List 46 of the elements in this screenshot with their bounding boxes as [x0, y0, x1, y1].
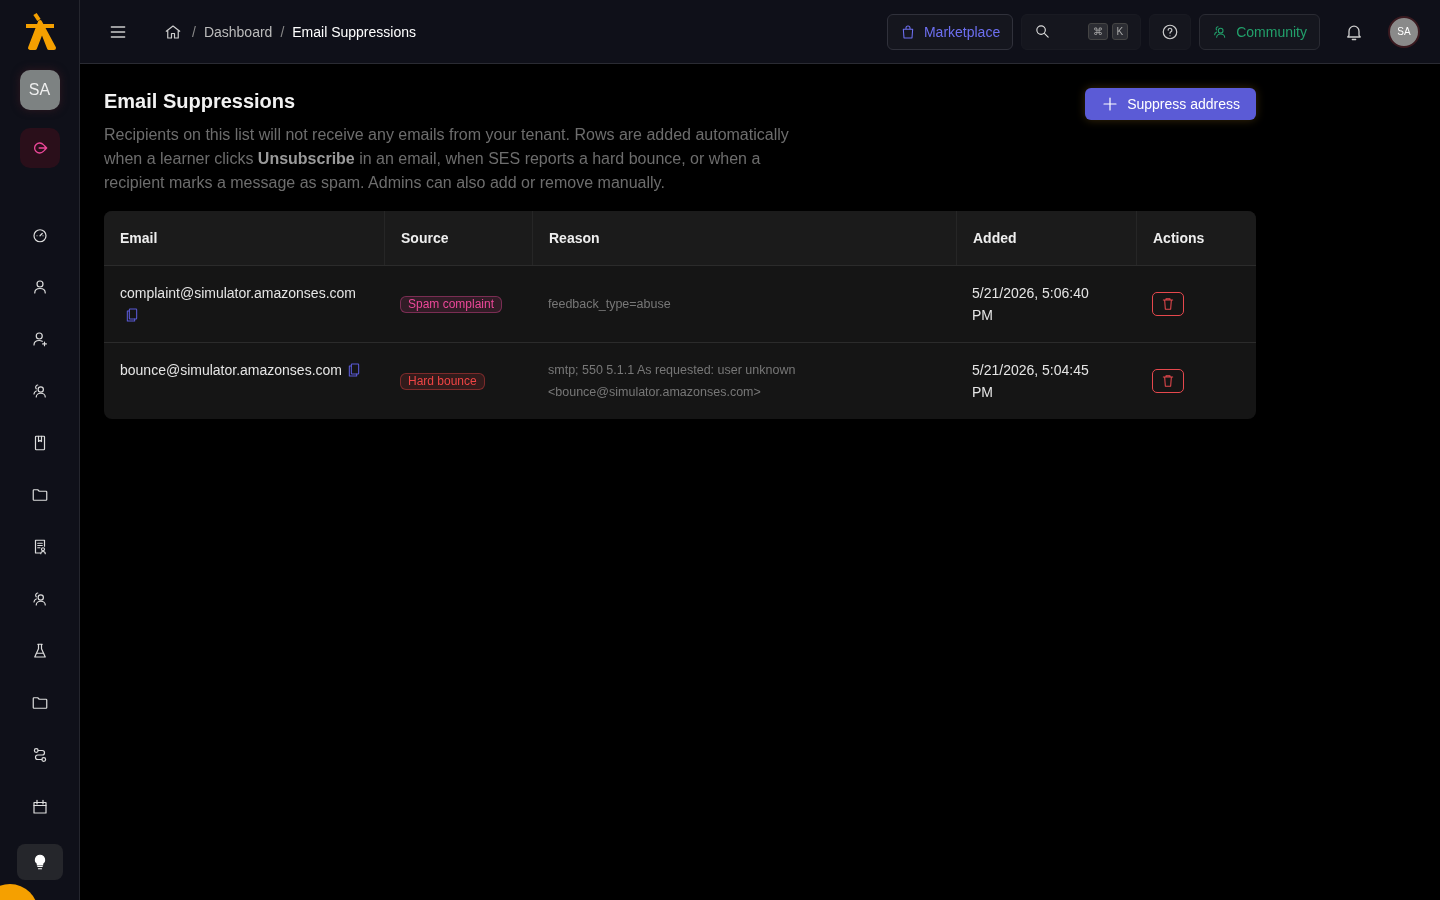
page-description: Recipients on this list will not receive any emails from your tenant. Rows are added automatically when a learner clicks Unsubscribe in an email, when SES reports a hard bounce, or when a recipient marks a message as spam. Admins can also add or remove manually.: [104, 125, 790, 193]
search-icon: [1034, 23, 1052, 40]
trash-icon: [1160, 296, 1176, 312]
nav-item[interactable]: [16, 844, 63, 880]
delete-button[interactable]: [1152, 292, 1184, 316]
gauge-icon: [30, 226, 49, 244]
help-button[interactable]: [1149, 13, 1192, 50]
breadcrumb-item[interactable]: Dashboard: [203, 23, 273, 40]
reason-cell-text: smtp; 550 5.1.1 As requested: user unknown <bounce@simulator.amazonses.com>: [548, 362, 797, 401]
folder-icon: [30, 486, 49, 504]
users-icon: [30, 382, 49, 400]
logo-icon: [23, 12, 56, 50]
breadcrumb-separator: /: [192, 23, 196, 40]
reason-cell-text: feedback_type=abuse: [548, 296, 671, 313]
source-tag: Spam complaint: [400, 295, 503, 313]
source-tag: Hard bounce: [400, 372, 485, 390]
breadcrumb-item: Email Suppressions: [292, 23, 416, 40]
user-avatar[interactable]: SA: [1388, 15, 1420, 48]
folder-icon: [30, 694, 49, 712]
added-cell-text: 5/21/2026, 5:06:40 PM: [972, 284, 1090, 325]
search-button[interactable]: ⌘ K: [1021, 13, 1142, 50]
logout-button[interactable]: [19, 128, 60, 168]
column-header: Actions: [1136, 211, 1256, 265]
column-header: Source: [384, 211, 532, 265]
community-button[interactable]: Community: [1199, 13, 1320, 50]
breadcrumb-separator: /: [280, 23, 285, 40]
suppress-address-button[interactable]: Suppress address: [1085, 88, 1256, 120]
shortcut-key: ⌘: [1087, 23, 1108, 40]
help-icon: [1161, 22, 1180, 41]
column-header: Added: [956, 211, 1136, 265]
user-avatar[interactable]: SA: [19, 70, 60, 110]
added-cell-text: 5/21/2026, 5:04:45 PM: [972, 361, 1090, 402]
delete-button[interactable]: [1152, 369, 1184, 393]
calendar-icon: [30, 798, 49, 816]
copy-icon: [124, 306, 140, 323]
trash-icon: [1160, 373, 1176, 389]
page-title: Email Suppressions: [104, 90, 297, 113]
marketplace-button[interactable]: Marketplace: [886, 13, 1014, 50]
user-plus-icon: [30, 330, 49, 348]
column-header: Email: [119, 229, 159, 248]
column-header: Reason: [532, 211, 956, 265]
copy-icon: [346, 361, 362, 378]
users-icon: [30, 590, 49, 608]
email-cell: complaint@simulator.amazonses.com: [120, 285, 356, 301]
email-cell: bounce@simulator.amazonses.com: [120, 362, 342, 378]
shortcut-key: K: [1111, 23, 1129, 40]
